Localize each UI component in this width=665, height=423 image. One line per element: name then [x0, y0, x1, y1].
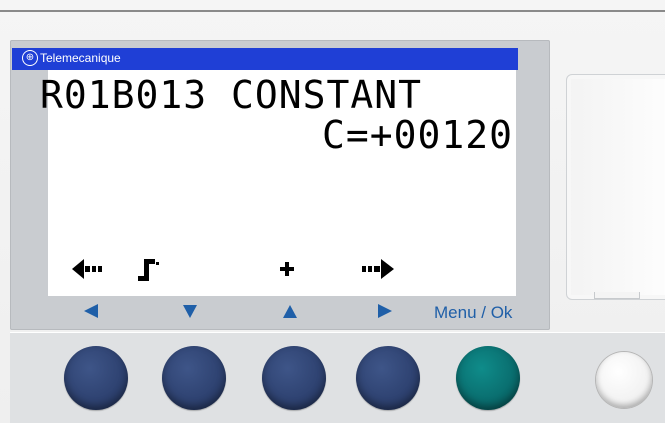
nav-up-arrow-icon [280, 302, 300, 320]
lcd-line-1: R01B013 CONSTANT [40, 73, 423, 117]
nav-down-arrow-icon [180, 302, 200, 320]
cartridge-cover[interactable] [566, 74, 665, 300]
cartridge-cover-tab [594, 292, 640, 299]
top-edge [0, 10, 665, 12]
plus-icon [272, 254, 312, 284]
left-arrow-icon [72, 254, 112, 284]
lcd-line-2: C=+00120 [321, 113, 513, 157]
right-arrow-icon [360, 254, 400, 284]
left-button[interactable] [64, 346, 128, 410]
brand-name: Telemecanique [40, 51, 121, 65]
menu-ok-label: Menu / Ok [434, 303, 513, 322]
nav-left-arrow-icon [82, 302, 102, 320]
right-button[interactable] [356, 346, 420, 410]
nav-right-arrow-icon [374, 302, 394, 320]
pulse-step-icon [136, 254, 176, 284]
menu-ok-button[interactable] [456, 346, 520, 410]
down-button[interactable] [162, 346, 226, 410]
shift-button[interactable] [596, 352, 652, 408]
telemecanique-logo-icon: ⊕ [22, 50, 38, 66]
up-button[interactable] [262, 346, 326, 410]
